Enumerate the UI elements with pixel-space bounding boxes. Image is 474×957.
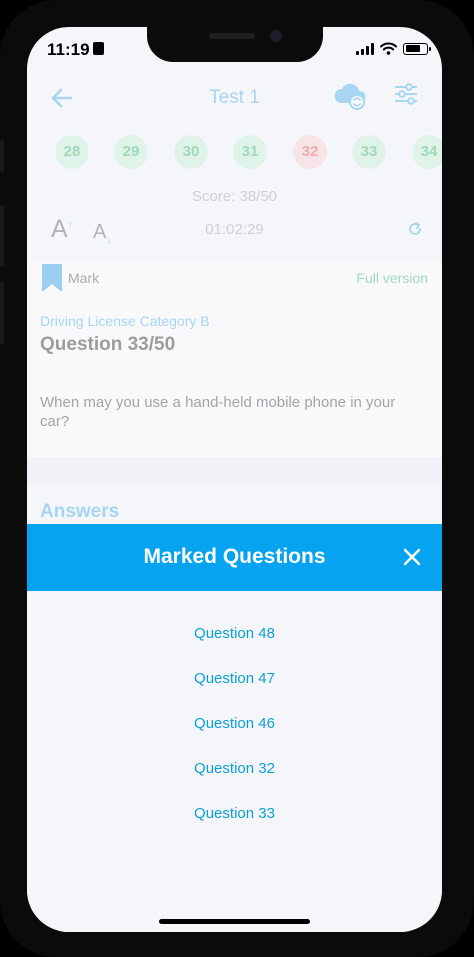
close-icon[interactable] xyxy=(401,546,423,568)
question-card: Mark Full version Driving License Catego… xyxy=(27,262,442,457)
category-label: Driving License Category B xyxy=(40,313,210,329)
answers-heading: Answers xyxy=(40,501,120,522)
silent-switch xyxy=(0,140,4,172)
marked-question-item[interactable]: Question 47 xyxy=(27,670,442,687)
question-text: When may you use a hand-held mobile phon… xyxy=(40,394,396,430)
refresh-icon[interactable] xyxy=(407,221,423,237)
question-number-chip[interactable]: 33 xyxy=(352,135,386,169)
marked-question-item[interactable]: Question 46 xyxy=(27,715,442,732)
home-indicator[interactable] xyxy=(159,919,310,924)
question-number-chip[interactable]: 30 xyxy=(174,135,208,169)
speaker xyxy=(209,33,255,39)
person-icon xyxy=(93,42,104,55)
front-camera xyxy=(270,30,282,42)
score-text: Score: 38/50 xyxy=(191,188,278,205)
timer-text: 01:02:29 xyxy=(205,221,264,238)
volume-down-button xyxy=(0,282,4,344)
question-number-chip[interactable]: 28 xyxy=(55,135,89,169)
status-icons xyxy=(356,42,431,55)
question-number-chip[interactable]: 29 xyxy=(114,135,148,169)
page-title: Test 1 xyxy=(209,87,260,108)
bookmark-icon[interactable] xyxy=(42,264,62,292)
marked-question-item[interactable]: Question 32 xyxy=(27,760,442,777)
battery-icon xyxy=(403,42,431,55)
question-number-chip[interactable]: 31 xyxy=(233,135,267,169)
marked-questions-panel: Question 48 Question 47 Question 46 Ques… xyxy=(27,591,442,932)
app-header: Test 1 xyxy=(27,77,442,121)
cellular-signal-icon xyxy=(356,42,374,55)
question-number-chip[interactable]: 32 xyxy=(293,135,327,169)
volume-up-button xyxy=(0,205,4,267)
modal-title: Marked Questions xyxy=(143,545,326,568)
full-version-link[interactable]: Full version xyxy=(356,270,428,286)
question-number-chip[interactable]: 34 xyxy=(412,135,442,169)
wifi-icon xyxy=(380,42,397,55)
screen: 11:19 Test 1 28 29 30 31 32 33 34 Score:… xyxy=(27,27,442,932)
marked-question-item[interactable]: Question 33 xyxy=(27,805,442,822)
section-divider xyxy=(27,457,442,485)
question-number-strip: 28 29 30 31 32 33 34 xyxy=(27,135,442,171)
notch xyxy=(147,27,323,62)
cloud-sync-icon[interactable] xyxy=(333,81,367,111)
marked-question-item[interactable]: Question 48 xyxy=(27,625,442,642)
status-time: 11:19 xyxy=(47,40,90,59)
sliders-icon[interactable] xyxy=(393,81,419,107)
question-number: Question 33/50 xyxy=(40,334,176,355)
marked-questions-header: Marked Questions xyxy=(27,524,442,591)
mark-label[interactable]: Mark xyxy=(68,270,99,286)
phone-frame: 11:19 Test 1 28 29 30 31 32 33 34 Score:… xyxy=(0,0,474,957)
